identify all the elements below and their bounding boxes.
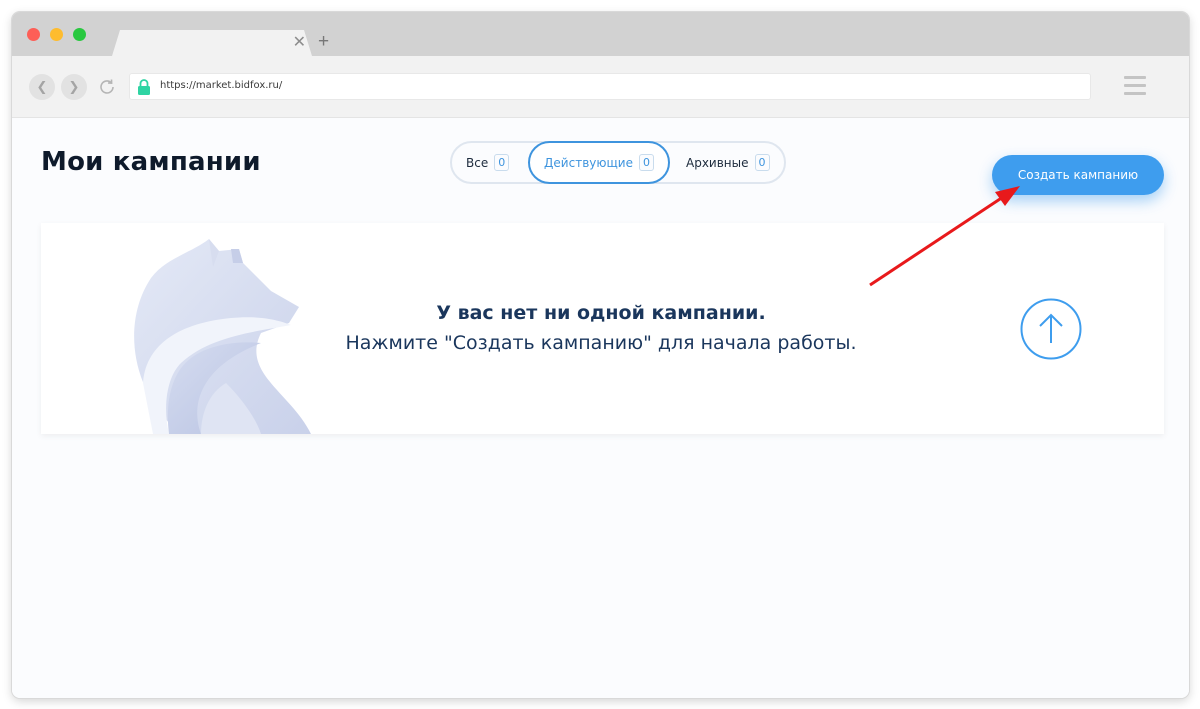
tab-archived[interactable]: Архивные 0 bbox=[674, 141, 782, 184]
empty-state-card: У вас нет ни одной кампании. Нажмите "Со… bbox=[41, 223, 1164, 434]
forward-icon[interactable]: ❯ bbox=[61, 74, 87, 100]
menu-icon[interactable] bbox=[1124, 76, 1146, 96]
reload-icon[interactable] bbox=[96, 76, 118, 98]
tab-all-label: Все bbox=[466, 155, 489, 170]
browser-tab[interactable]: ✕ bbox=[112, 30, 312, 56]
empty-state-title: У вас нет ни одной кампании. bbox=[436, 302, 766, 324]
arrow-up-icon bbox=[1020, 298, 1082, 360]
tab-all-count: 0 bbox=[494, 154, 510, 171]
browser-toolbar: ❮ ❯ https://market.bidfox.ru/ bbox=[12, 56, 1189, 118]
tab-active-label: Действующие bbox=[544, 155, 633, 170]
create-campaign-button[interactable]: Создать кампанию bbox=[992, 155, 1164, 195]
minimize-window-button[interactable] bbox=[50, 28, 63, 41]
fox-illustration bbox=[134, 239, 311, 434]
tab-active-count: 0 bbox=[638, 154, 654, 171]
maximize-window-button[interactable] bbox=[73, 28, 86, 41]
tab-all[interactable]: Все 0 bbox=[454, 141, 521, 184]
back-icon[interactable]: ❮ bbox=[29, 74, 55, 100]
page-title: Мои кампании bbox=[41, 147, 261, 177]
tab-close-icon[interactable]: ✕ bbox=[293, 33, 306, 53]
tab-archived-label: Архивные bbox=[686, 155, 749, 170]
lock-icon bbox=[138, 79, 150, 95]
tab-bar: ✕ + bbox=[12, 12, 1189, 56]
tab-archived-count: 0 bbox=[754, 154, 770, 171]
url-text: https://market.bidfox.ru/ bbox=[160, 80, 283, 91]
new-tab-button[interactable]: + bbox=[318, 31, 329, 53]
campaign-filter-tabs: Все 0 Действующие 0 Архивные 0 bbox=[450, 141, 786, 184]
tab-active[interactable]: Действующие 0 bbox=[528, 141, 670, 184]
empty-state-subtitle: Нажмите "Создать кампанию" для начала ра… bbox=[345, 332, 857, 354]
address-bar[interactable]: https://market.bidfox.ru/ bbox=[129, 73, 1091, 100]
page-content: Мои кампании Все 0 Действующие 0 Архивны… bbox=[12, 118, 1189, 698]
close-window-button[interactable] bbox=[27, 28, 40, 41]
browser-window: ✕ + ❮ ❯ https://market.bidfox.ru/ Мои ка… bbox=[12, 12, 1189, 698]
